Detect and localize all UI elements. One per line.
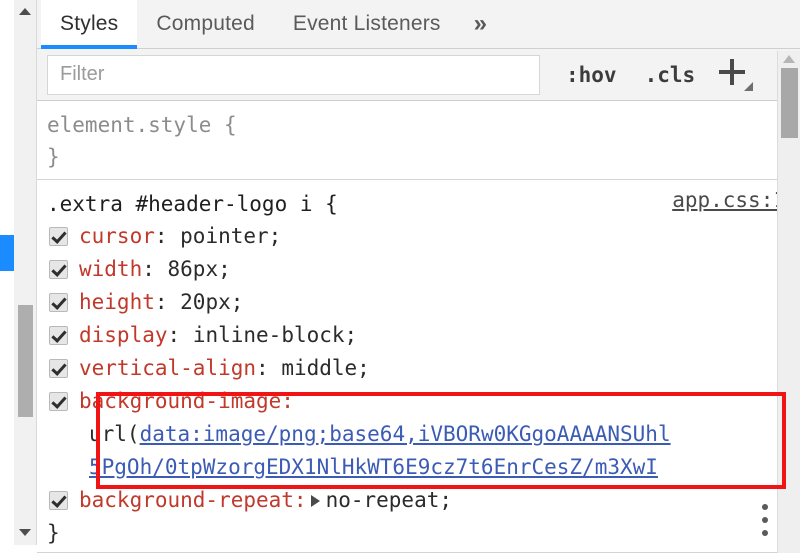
scroll-up-arrow-icon[interactable] [14,2,36,20]
style-rules-list: element.style { } .extra #header-logo i … [37,101,800,553]
devtools-styles-panel: Styles Computed Event Listeners » :hov .… [0,0,800,553]
declaration-value[interactable]: 20px; [180,286,243,319]
tab-overflow-chevron-icon[interactable]: » [460,0,501,49]
tab-event-listeners-label: Event Listeners [292,12,441,35]
declaration-property[interactable]: background-repeat: [79,484,307,517]
background-image-url-line-2: 5PgOh/0tpWzorgEDX1NlHkWT6E9cz7t6EnrCesZ/… [47,451,800,484]
panel-body: Styles Computed Event Listeners » :hov .… [37,0,800,553]
declaration-checkbox[interactable] [49,326,68,345]
outer-scrollbar-thumb[interactable] [18,305,33,417]
tab-styles-label: Styles [60,12,119,35]
declaration-property[interactable]: vertical-align [79,352,256,385]
declaration-cursor[interactable]: cursor: pointer; [47,220,800,253]
rule-element-style[interactable]: element.style { } [37,101,800,179]
rules-vertical-scrollbar[interactable] [777,51,800,553]
plus-icon [717,57,747,87]
rules-scrollbar-thumb[interactable] [781,68,798,138]
rule-header-logo[interactable]: .extra #header-logo i { app.css:1 cursor… [37,179,800,553]
declaration-property[interactable]: background-image: [79,385,294,418]
declaration-checkbox[interactable] [49,293,68,312]
declaration-property[interactable]: width [79,253,142,286]
declaration-value[interactable]: no-repeat; [326,484,452,517]
hov-button[interactable]: :hov [558,63,625,87]
declaration-display[interactable]: display: inline-block; [47,319,800,352]
declaration-checkbox[interactable] [49,260,68,279]
base64-data-line-2[interactable]: 5PgOh/0tpWzorgEDX1NlHkWT6E9cz7t6EnrCesZ/… [89,455,658,479]
declaration-height[interactable]: height: 20px; [47,286,800,319]
tab-computed[interactable]: Computed [137,0,274,49]
stylesheet-source-link[interactable]: app.css:1 [672,188,786,212]
styles-toolbar: :hov .cls [37,49,800,101]
filter-input[interactable] [48,55,539,94]
outer-vertical-scrollbar[interactable] [14,0,37,545]
base64-data-line-1[interactable]: data:image/png;base64,iVBORw0KGgoAAAANSU… [140,422,671,446]
url-function-prefix: url( [89,422,140,446]
background-image-url-line-1[interactable]: url(data:image/png;base64,iVBORw0KGgoAAA… [47,418,800,451]
tab-computed-label: Computed [156,12,255,35]
declaration-width[interactable]: width: 86px; [47,253,800,286]
declaration-value[interactable]: pointer; [180,220,281,253]
declaration-value[interactable]: middle; [281,352,370,385]
declaration-checkbox[interactable] [49,392,68,411]
tab-styles[interactable]: Styles [41,0,138,49]
scroll-down-arrow-icon[interactable] [14,523,36,541]
declaration-property[interactable]: cursor [79,220,155,253]
declaration-checkbox[interactable] [49,227,68,246]
declaration-property[interactable]: display [79,319,168,352]
tab-bar: Styles Computed Event Listeners » [37,0,800,49]
declaration-checkbox[interactable] [49,491,68,510]
element-style-close-brace: } [47,145,60,169]
expand-shorthand-triangle-icon[interactable] [310,494,320,507]
more-options-menu-icon[interactable] [752,497,778,543]
resize-corner-icon [744,81,754,91]
tab-event-listeners[interactable]: Event Listeners [274,0,460,49]
rule-close-brace: } [47,521,60,545]
declaration-value[interactable]: inline-block; [193,319,357,352]
rules-scroll-up-arrow-icon[interactable] [783,55,795,63]
declaration-property[interactable]: height [79,286,155,319]
declaration-vertical-align[interactable]: vertical-align: middle; [47,352,800,385]
declaration-background-image[interactable]: background-image: [47,385,800,418]
declaration-value[interactable]: 86px; [168,253,231,286]
cls-button[interactable]: .cls [637,63,704,87]
new-style-rule-button[interactable] [717,55,754,95]
left-gutter [0,0,14,553]
element-style-selector: element.style { [47,113,237,137]
declaration-checkbox[interactable] [49,359,68,378]
filter-field-wrapper[interactable] [47,54,540,95]
declaration-background-repeat[interactable]: background-repeat: no-repeat; [47,484,800,517]
tab-overflow-label: » [473,10,487,37]
selection-marker [0,235,14,271]
